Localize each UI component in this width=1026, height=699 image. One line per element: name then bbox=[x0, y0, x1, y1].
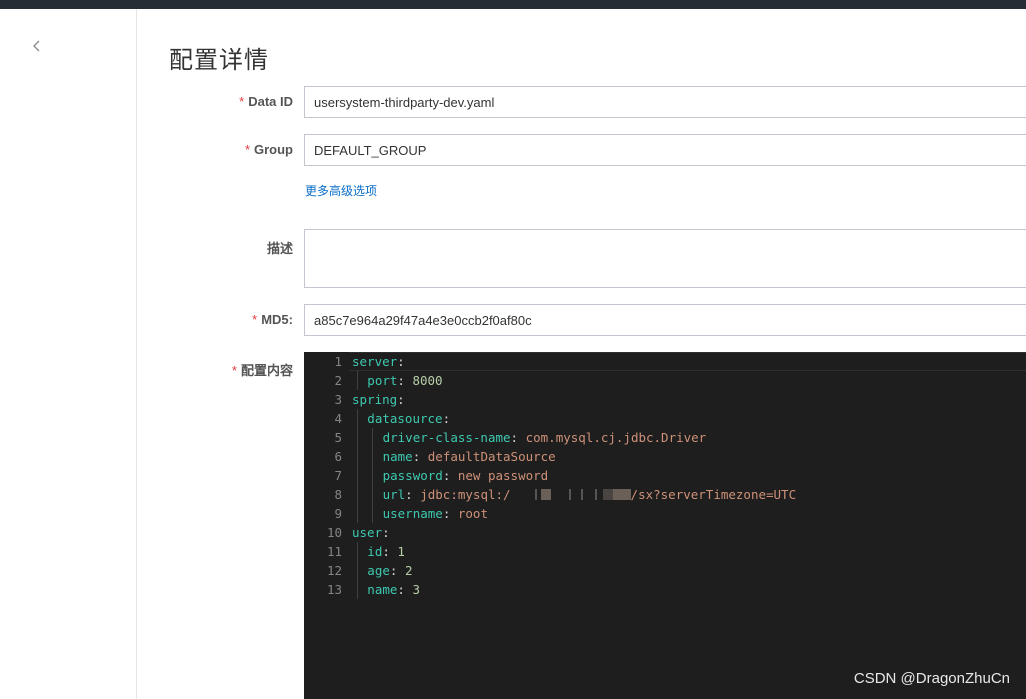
code-line: 12 age: 2 bbox=[304, 561, 1026, 580]
yaml-key: port bbox=[367, 373, 398, 388]
line-number: 7 bbox=[334, 468, 342, 483]
page-title: 配置详情 bbox=[169, 47, 269, 74]
code-text: name: 3 bbox=[367, 580, 420, 599]
code-text: server: bbox=[352, 352, 405, 371]
group-field[interactable]: DEFAULT_GROUP bbox=[304, 134, 1026, 166]
yaml-key: url bbox=[382, 487, 406, 502]
yaml-separator: : bbox=[442, 468, 458, 483]
code-line: 13 name: 3 bbox=[304, 580, 1026, 599]
back-button[interactable] bbox=[28, 39, 46, 57]
code-text: name: defaultDataSource bbox=[383, 447, 556, 466]
yaml-value: 2 bbox=[404, 563, 413, 578]
required-star: * bbox=[231, 363, 237, 378]
yaml-key: age bbox=[367, 563, 390, 578]
code-line: 7 password: new password bbox=[304, 466, 1026, 485]
data-id-label: * Data ID bbox=[239, 94, 293, 109]
advanced-options-link[interactable]: 更多高级选项 bbox=[305, 182, 377, 199]
description-label: 描述 bbox=[266, 241, 293, 256]
code-line: 4 datasource: bbox=[304, 409, 1026, 428]
data-id-field[interactable]: usersystem-thirdparty-dev.yaml bbox=[304, 86, 1026, 118]
code-line: 1 server: bbox=[304, 352, 1026, 371]
code-text: password: new password bbox=[383, 466, 549, 485]
yaml-key: id bbox=[367, 544, 383, 559]
description-field[interactable] bbox=[304, 229, 1026, 288]
yaml-separator: : bbox=[382, 525, 390, 540]
yaml-value: /sx?serverTimezone=UTC bbox=[630, 487, 797, 502]
required-star: * bbox=[239, 94, 245, 109]
code-editor[interactable]: 1 server: 2 port: 8000 3 spring: 4 datasource: 5… bbox=[304, 352, 1026, 699]
code-text: username: root bbox=[383, 504, 488, 523]
line-number: 13 bbox=[326, 582, 342, 597]
required-star: * bbox=[244, 142, 250, 157]
yaml-separator: : bbox=[397, 373, 413, 388]
yaml-value: root bbox=[457, 506, 488, 521]
code-text: port: 8000 bbox=[367, 371, 442, 390]
yaml-separator: : bbox=[382, 544, 398, 559]
line-number: 1 bbox=[334, 354, 342, 369]
line-number: 3 bbox=[334, 392, 342, 407]
code-line: 11 id: 1 bbox=[304, 542, 1026, 561]
yaml-separator: : bbox=[389, 563, 405, 578]
line-number: 5 bbox=[334, 430, 342, 445]
yaml-value: jdbc:mysql:/ bbox=[420, 487, 511, 502]
code-line: 8 url: jdbc:mysql:/ /sx?serverTimezone=UTC bbox=[304, 485, 1026, 504]
sidebar bbox=[0, 9, 137, 699]
code-text: url: jdbc:mysql:/ /sx?serverTimezone=UTC bbox=[383, 485, 797, 504]
code-line: 2 port: 8000 bbox=[304, 371, 1026, 390]
yaml-key: spring bbox=[352, 392, 398, 407]
code-line: 3 spring: bbox=[304, 390, 1026, 409]
yaml-separator: : bbox=[397, 354, 405, 369]
yaml-separator: : bbox=[405, 487, 421, 502]
md5-field[interactable]: a85c7e964a29f47a4e3e0ccb2f0af80c bbox=[304, 304, 1026, 336]
code-text: age: 2 bbox=[367, 561, 412, 580]
required-star: * bbox=[252, 312, 258, 327]
code-text: id: 1 bbox=[367, 542, 405, 561]
code-line: 6 name: defaultDataSource bbox=[304, 447, 1026, 466]
yaml-key: driver-class-name bbox=[382, 430, 511, 445]
code-line: 10 user: bbox=[304, 523, 1026, 542]
yaml-key: name bbox=[382, 449, 413, 464]
content-label: * 配置内容 bbox=[231, 363, 293, 378]
line-number: 10 bbox=[326, 525, 342, 540]
line-number: 9 bbox=[334, 506, 342, 521]
top-bar bbox=[0, 0, 1026, 9]
yaml-key: user bbox=[352, 525, 383, 540]
line-number: 4 bbox=[334, 411, 342, 426]
line-number: 12 bbox=[326, 563, 342, 578]
yaml-key: username bbox=[382, 506, 443, 521]
line-number: 2 bbox=[334, 373, 342, 388]
line-number: 6 bbox=[334, 449, 342, 464]
yaml-separator: : bbox=[442, 506, 458, 521]
md5-label: * MD5: bbox=[252, 312, 293, 327]
yaml-key: datasource bbox=[367, 411, 443, 426]
watermark: CSDN @DragonZhuCn bbox=[853, 670, 1010, 687]
yaml-key: name bbox=[367, 582, 398, 597]
group-label: * Group bbox=[244, 142, 293, 157]
yaml-value: new password bbox=[457, 468, 549, 483]
code-text: driver-class-name: com.mysql.cj.jdbc.Dri… bbox=[383, 428, 707, 447]
code-text: user: bbox=[352, 523, 390, 542]
code-text: datasource: bbox=[367, 409, 450, 428]
code-text: spring: bbox=[352, 390, 405, 409]
yaml-value: 1 bbox=[397, 544, 405, 559]
yaml-separator: : bbox=[397, 582, 413, 597]
line-number: 8 bbox=[334, 487, 342, 502]
redacted-text bbox=[511, 487, 631, 502]
yaml-value: 8000 bbox=[412, 373, 443, 388]
yaml-value: com.mysql.cj.jdbc.Driver bbox=[525, 430, 707, 445]
yaml-separator: : bbox=[510, 430, 526, 445]
line-number: 11 bbox=[326, 544, 342, 559]
yaml-key: password bbox=[382, 468, 443, 483]
code-line: 5 driver-class-name: com.mysql.cj.jdbc.Dr… bbox=[304, 428, 1026, 447]
yaml-separator: : bbox=[412, 449, 428, 464]
yaml-separator: : bbox=[442, 411, 451, 426]
yaml-key: server bbox=[352, 354, 398, 369]
yaml-value: defaultDataSource bbox=[427, 449, 556, 464]
yaml-value: 3 bbox=[412, 582, 420, 597]
yaml-separator: : bbox=[397, 392, 405, 407]
code-line: 9 username: root bbox=[304, 504, 1026, 523]
chevron-left-icon bbox=[32, 39, 42, 58]
